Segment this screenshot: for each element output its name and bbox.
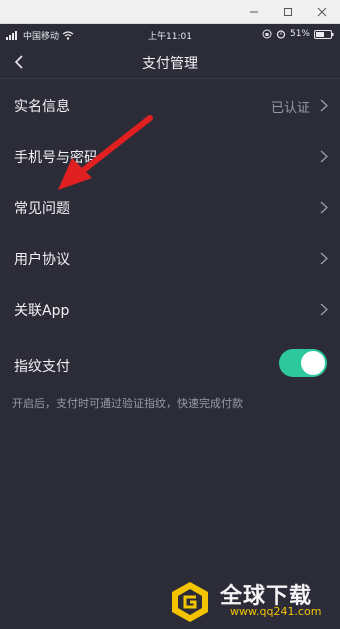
watermark-logo-icon xyxy=(172,582,208,622)
chevron-right-icon xyxy=(320,150,328,163)
menu-item-user-agreement[interactable]: 用户协议 xyxy=(0,233,340,283)
window-title-bar xyxy=(0,0,340,24)
site-watermark: 全球下载 www.qq241.com xyxy=(168,578,338,624)
menu-item-phone-password[interactable]: 手机号与密码 xyxy=(0,131,340,181)
page-title: 支付管理 xyxy=(142,56,198,72)
menu-item-label: 关联App xyxy=(14,303,70,319)
fingerprint-pay-toggle[interactable] xyxy=(279,349,327,377)
menu-item-label: 实名信息 xyxy=(14,99,70,115)
menu-item-real-name[interactable]: 实名信息 已认证 xyxy=(0,80,340,130)
menu-item-linked-app[interactable]: 关联App xyxy=(0,284,340,334)
fingerprint-pay-row: 指纹支付 xyxy=(0,340,340,388)
nav-bar: 支付管理 xyxy=(0,45,340,79)
close-icon[interactable] xyxy=(308,3,336,21)
verification-status: 已认证 xyxy=(270,101,310,116)
watermark-url: www.qq241.com xyxy=(230,605,322,618)
fingerprint-hint: 开启后，支付时可通过验证指纹，快速完成付款 xyxy=(12,397,243,410)
alarm-icon xyxy=(276,30,286,39)
menu-item-label: 手机号与密码 xyxy=(14,150,98,166)
minimize-icon[interactable] xyxy=(240,3,268,21)
chevron-right-icon xyxy=(320,99,328,112)
battery-icon xyxy=(314,29,334,39)
status-bar: 中国移动 上午11:01 51% xyxy=(0,25,340,45)
toggle-knob xyxy=(301,351,325,375)
battery-percent: 51% xyxy=(289,29,310,39)
menu-item-faq[interactable]: 常见问题 xyxy=(0,182,340,232)
chevron-right-icon xyxy=(320,303,328,316)
chevron-right-icon xyxy=(320,201,328,214)
maximize-icon[interactable] xyxy=(274,3,302,21)
fingerprint-pay-label: 指纹支付 xyxy=(14,359,70,375)
menu-item-label: 用户协议 xyxy=(14,252,70,268)
menu-item-label: 常见问题 xyxy=(14,201,70,217)
orientation-lock-icon xyxy=(262,29,272,39)
chevron-right-icon xyxy=(320,252,328,265)
